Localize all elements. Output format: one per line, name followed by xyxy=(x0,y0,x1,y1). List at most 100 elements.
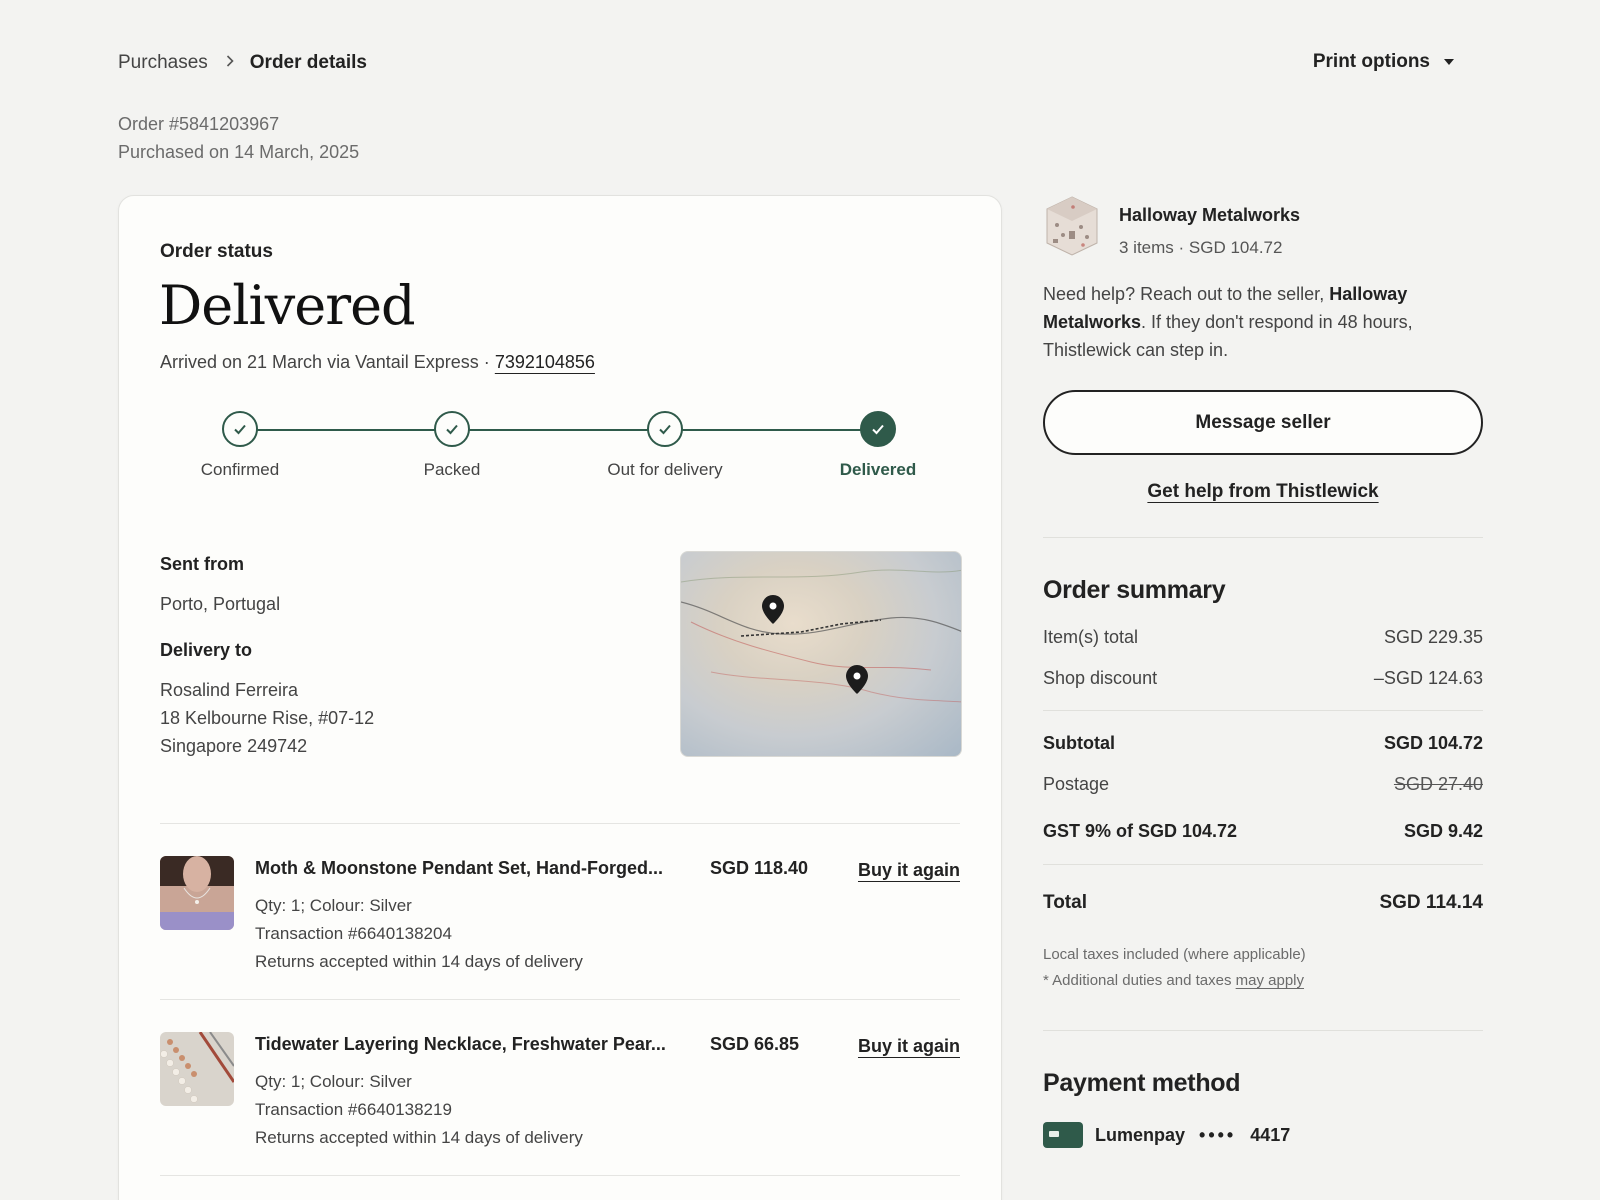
step-delivered: Delivered xyxy=(798,411,958,480)
card-icon xyxy=(1043,1122,1083,1148)
items-total-label: Item(s) total xyxy=(1043,627,1139,647)
gst-label: GST 9% of SGD 104.72 xyxy=(1043,821,1238,841)
divider xyxy=(1043,537,1483,538)
divider xyxy=(1043,864,1483,865)
print-options-label: Print options xyxy=(1312,51,1430,72)
shop-name[interactable]: Halloway Metalworks xyxy=(1119,205,1300,226)
order-summary-title: Order summary xyxy=(1043,576,1226,604)
item-transaction: Transaction #6640138219 xyxy=(255,1100,452,1119)
tax-note-1: Local taxes included (where applicable) xyxy=(1043,946,1306,963)
subtotal-label: Subtotal xyxy=(1043,733,1115,753)
message-seller-button[interactable]: Message seller xyxy=(1043,390,1483,455)
total-label: Total xyxy=(1043,892,1087,913)
divider xyxy=(160,999,960,1000)
step-label: Out for delivery xyxy=(607,460,723,479)
step-label: Packed xyxy=(423,460,481,479)
divider xyxy=(1043,1030,1483,1031)
items-total-row: Item(s) total SGD 229.35 xyxy=(1043,627,1483,648)
buy-again-button[interactable]: Buy it again xyxy=(858,860,960,881)
shop-discount-label: Shop discount xyxy=(1043,668,1158,688)
delivery-to-label: Delivery to xyxy=(160,640,253,660)
sent-from-label: Sent from xyxy=(160,554,245,574)
postage-value: SGD 27.40 xyxy=(1393,774,1483,794)
chevron-right-icon xyxy=(226,54,234,72)
subtotal-value: SGD 104.72 xyxy=(1383,733,1483,753)
help-link-row: Get help from Thistlewick xyxy=(1043,481,1483,503)
shop-discount-row: Shop discount –SGD 124.63 xyxy=(1043,668,1483,689)
sent-from-value: Porto, Portugal xyxy=(160,594,281,614)
help-text-pre: Need help? Reach out to the seller, xyxy=(1043,284,1330,304)
progress-tracker: Confirmed Packed Out for delivery Delive… xyxy=(160,411,960,491)
check-icon xyxy=(222,411,258,447)
payment-method-row: Lumenpay •••• 4417 xyxy=(1043,1122,1483,1148)
shop-header: Halloway Metalworks 3 items · SGD 104.72 xyxy=(1043,195,1483,258)
item-title[interactable]: Tidewater Layering Necklace, Freshwater … xyxy=(255,1034,690,1055)
list-item: Moth & Moonstone Pendant Set, Hand-Forge… xyxy=(160,856,960,996)
check-icon xyxy=(647,411,683,447)
subtotal-row: Subtotal SGD 104.72 xyxy=(1043,733,1483,754)
payment-method-title: Payment method xyxy=(1043,1069,1241,1097)
shipping-addresses: Sent from Porto, Portugal Delivery to Ro… xyxy=(160,554,374,760)
step-confirmed: Confirmed xyxy=(160,411,320,480)
check-icon xyxy=(860,411,896,447)
breadcrumb-current: Order details xyxy=(249,52,367,73)
progress-line xyxy=(242,429,878,431)
item-details: Qty: 1; Colour: Silver Transaction #6640… xyxy=(255,1068,583,1152)
order-purchased-date: Purchased on 14 March, 2025 xyxy=(118,142,360,162)
item-returns: Returns accepted within 14 days of deliv… xyxy=(255,1128,583,1147)
order-status-value: Delivered xyxy=(159,274,416,337)
buy-again-button[interactable]: Buy it again xyxy=(858,1036,960,1057)
gst-row: GST 9% of SGD 104.72 SGD 9.42 xyxy=(1043,821,1483,842)
total-row: Total SGD 114.14 xyxy=(1043,892,1483,914)
get-help-link[interactable]: Get help from Thistlewick xyxy=(1147,481,1378,502)
postage-label: Postage xyxy=(1043,774,1110,794)
may-apply-link[interactable]: may apply xyxy=(1236,972,1304,989)
item-thumbnail[interactable] xyxy=(160,1032,234,1106)
arrival-info: Arrived on 21 March via Vantail Express … xyxy=(160,352,595,373)
arrival-text: Arrived on 21 March via Vantail Express … xyxy=(160,352,495,372)
check-icon xyxy=(434,411,470,447)
gst-value: SGD 9.42 xyxy=(1403,821,1483,841)
total-value: SGD 114.14 xyxy=(1379,892,1483,913)
item-returns: Returns accepted within 14 days of deliv… xyxy=(255,952,583,971)
item-price: SGD 66.85 xyxy=(710,1034,800,1054)
postage-row: Postage SGD 27.40 xyxy=(1043,774,1483,795)
item-price: SGD 118.40 xyxy=(710,858,809,878)
shop-summary: 3 items · SGD 104.72 xyxy=(1119,238,1283,257)
item-title[interactable]: Moth & Moonstone Pendant Set, Hand-Forge… xyxy=(255,858,690,879)
item-qty: Qty: 1; Colour: Silver xyxy=(255,1072,412,1091)
seller-help-text: Need help? Reach out to the seller, Hall… xyxy=(1043,280,1483,364)
items-total-value: SGD 229.35 xyxy=(1383,627,1483,647)
tracking-number-link[interactable]: 7392104856 xyxy=(495,352,595,372)
map-pin-icon xyxy=(846,665,868,694)
card-last4: 4417 xyxy=(1250,1124,1291,1145)
tax-note-2-text: * Additional duties and taxes xyxy=(1043,972,1236,989)
order-meta: Order #5841203967 Purchased on 14 March,… xyxy=(118,110,359,166)
shop-avatar[interactable] xyxy=(1043,195,1101,257)
item-thumbnail[interactable] xyxy=(160,856,234,930)
card-mask: •••• xyxy=(1199,1124,1237,1145)
map-pin-icon xyxy=(762,595,784,624)
step-out-for-delivery: Out for delivery xyxy=(585,411,745,480)
caret-down-icon xyxy=(1444,59,1454,65)
print-options-button[interactable]: Print options xyxy=(1313,51,1454,73)
right-sidebar: Halloway Metalworks 3 items · SGD 104.72… xyxy=(1043,195,1483,1148)
order-number: Order #5841203967 xyxy=(118,114,280,134)
tax-note: Local taxes included (where applicable) … xyxy=(1043,942,1483,994)
address-line-2: Singapore 249742 xyxy=(160,736,308,756)
step-label: Confirmed xyxy=(200,460,280,479)
shop-discount-value: –SGD 124.63 xyxy=(1373,668,1483,688)
breadcrumb-purchases[interactable]: Purchases xyxy=(118,52,208,74)
item-transaction: Transaction #6640138204 xyxy=(255,924,452,943)
order-card: Order status Delivered Arrived on 21 Mar… xyxy=(118,195,1002,1200)
payment-brand: Lumenpay xyxy=(1095,1124,1186,1145)
divider xyxy=(1043,710,1483,711)
delivery-map[interactable] xyxy=(680,551,962,757)
map-image xyxy=(681,569,961,703)
recipient-name: Rosalind Ferreira xyxy=(160,680,299,700)
order-status-label: Order status xyxy=(160,241,273,262)
breadcrumb: Purchases Order details xyxy=(118,52,367,74)
list-item: Tidewater Layering Necklace, Freshwater … xyxy=(160,1032,960,1172)
item-qty: Qty: 1; Colour: Silver xyxy=(255,896,412,915)
divider xyxy=(160,1175,960,1176)
